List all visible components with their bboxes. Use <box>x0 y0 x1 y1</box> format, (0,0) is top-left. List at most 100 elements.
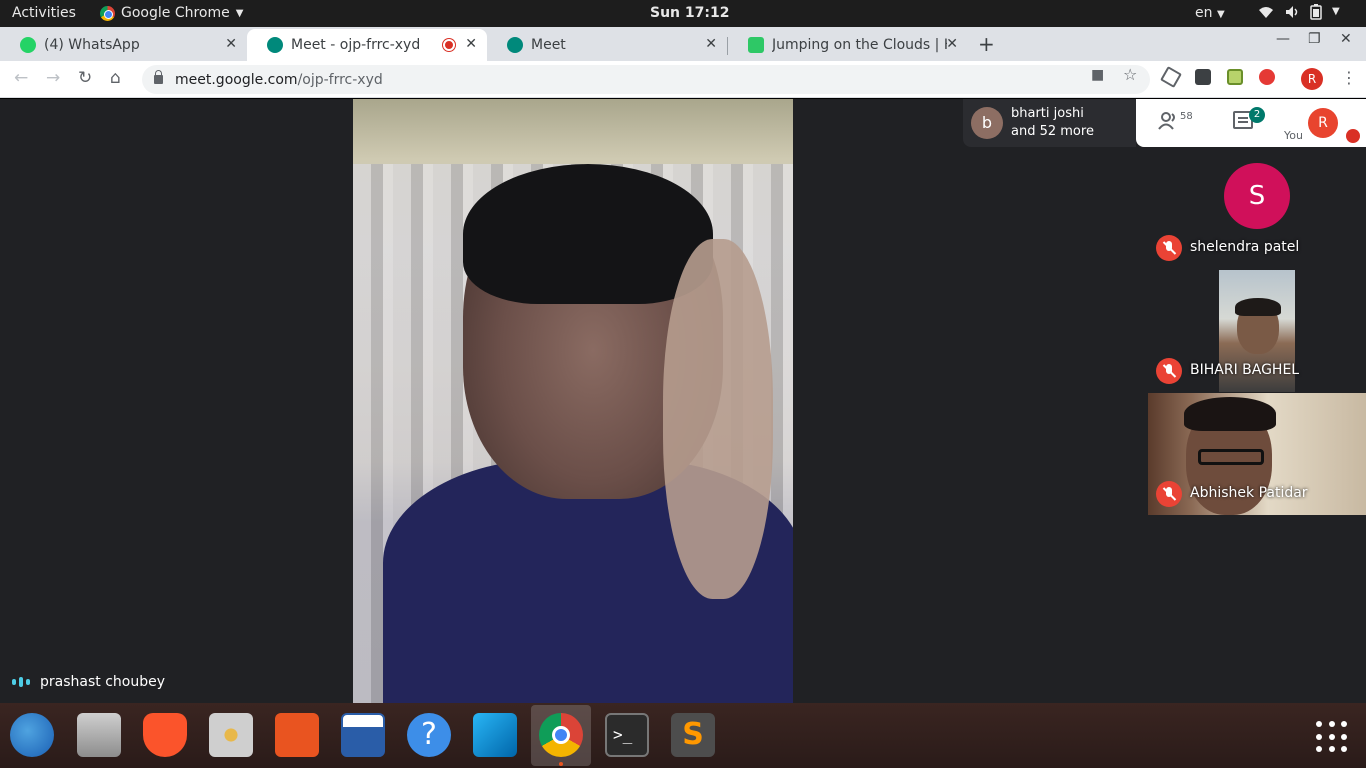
mic-off-icon <box>1346 129 1360 143</box>
show-applications-icon[interactable] <box>1316 721 1348 753</box>
participants-chip-line1: bharti joshi <box>1011 106 1084 121</box>
close-window-icon[interactable]: ✕ <box>1340 31 1352 47</box>
meet-icon <box>507 37 523 53</box>
video-figure-hair <box>1235 298 1281 316</box>
url-path: /ojp-frrc-xyd <box>297 71 383 88</box>
volume-icon <box>1284 4 1300 24</box>
extension-cube-icon[interactable] <box>1160 66 1182 88</box>
more-menu-icon[interactable]: ⋮ <box>1341 68 1357 87</box>
participant-name: BIHARI BAGHEL <box>1190 362 1300 378</box>
glasses-icon <box>1198 449 1264 465</box>
chevron-down-icon: ▼ <box>1332 6 1340 17</box>
participant-tile[interactable]: Abhishek Patidar <box>1148 393 1366 515</box>
url-host: meet.google.com <box>175 71 298 88</box>
meet-icon <box>267 37 283 53</box>
recording-indicator-icon <box>443 39 455 51</box>
tab-title: Meet <box>531 37 566 53</box>
tab-whatsapp[interactable]: (4) WhatsApp ✕ <box>0 29 247 61</box>
active-speaker-label: prashast choubey <box>12 674 165 690</box>
tab-hackerrank[interactable]: Jumping on the Clouds | H ✕ <box>728 29 968 61</box>
ubuntu-dock: ? >_ S <box>0 703 1366 768</box>
rhythmbox-icon[interactable] <box>209 713 253 757</box>
participant-tile[interactable]: BIHARI BAGHEL <box>1148 270 1366 392</box>
close-icon[interactable]: ✕ <box>946 36 958 52</box>
thunderbird-icon[interactable] <box>10 713 54 757</box>
meet-controls-top: 58 2 You R <box>1136 99 1366 147</box>
libreoffice-writer-icon[interactable] <box>341 713 385 757</box>
chrome-icon-center <box>552 726 570 744</box>
tab-meet[interactable]: Meet ✕ <box>487 29 727 61</box>
bookmark-star-icon[interactable]: ☆ <box>1123 65 1137 84</box>
wifi-icon <box>1258 4 1274 24</box>
battery-icon <box>1310 4 1322 24</box>
home-icon[interactable]: ⌂ <box>110 68 121 88</box>
avatar: b <box>971 107 1003 139</box>
system-tray[interactable]: ▼ <box>1258 4 1340 24</box>
video-figure-hand <box>663 239 773 599</box>
chrome-icon[interactable] <box>539 713 583 757</box>
new-tab-icon[interactable]: + <box>978 32 995 56</box>
tab-title: Jumping on the Clouds | H <box>772 37 947 53</box>
tab-title: Meet - ojp-frrc-xyd <box>291 37 421 53</box>
reload-icon[interactable]: ↻ <box>78 68 92 88</box>
extension-sheet-icon[interactable] <box>1227 69 1243 85</box>
chevron-down-icon: ▼ <box>235 7 244 19</box>
video-figure-hair <box>1184 397 1276 431</box>
vscode-icon[interactable] <box>473 713 517 757</box>
browser-toolbar: ← → ↻ ⌂ meet.google.com/ojp-frrc-xyd ■ ☆… <box>0 61 1366 98</box>
address-bar[interactable]: meet.google.com/ojp-frrc-xyd <box>142 65 1150 94</box>
close-icon[interactable]: ✕ <box>225 36 237 52</box>
close-icon[interactable]: ✕ <box>705 36 717 52</box>
brave-icon[interactable] <box>143 713 187 757</box>
restore-icon[interactable]: ❐ <box>1308 31 1321 47</box>
profile-avatar[interactable]: R <box>1301 68 1323 90</box>
chrome-icon <box>100 5 115 21</box>
close-icon[interactable]: ✕ <box>465 36 477 52</box>
mic-off-icon <box>1156 481 1182 507</box>
terminal-icon[interactable]: >_ <box>605 713 649 757</box>
clock[interactable]: Sun 17:12 <box>650 5 729 21</box>
tab-meet-active[interactable]: Meet - ojp-frrc-xyd ✕ <box>247 29 487 61</box>
camera-in-use-icon[interactable]: ■ <box>1091 67 1104 83</box>
forward-icon[interactable]: → <box>46 68 60 88</box>
gnome-top-bar: Activities Google Chrome ▼ Sun 17:12 en … <box>0 0 1366 27</box>
language-label: en <box>1195 5 1213 21</box>
back-icon[interactable]: ← <box>14 68 28 88</box>
extension-red-icon[interactable] <box>1259 69 1275 85</box>
activities-button[interactable]: Activities <box>12 5 76 21</box>
video-figure-hair <box>463 164 713 304</box>
active-speaker-name: prashast choubey <box>40 674 165 690</box>
files-icon[interactable] <box>77 713 121 757</box>
self-label: You <box>1284 129 1303 142</box>
hackerrank-icon <box>748 37 764 53</box>
mic-off-icon <box>1156 235 1182 261</box>
lock-icon[interactable] <box>154 70 163 84</box>
audio-level-icon <box>12 677 30 687</box>
app-menu[interactable]: Google Chrome ▼ <box>100 5 243 21</box>
chat-badge: 2 <box>1249 107 1265 123</box>
software-center-icon[interactable] <box>275 713 319 757</box>
tab-title: (4) WhatsApp <box>44 37 140 53</box>
chevron-down-icon: ▼ <box>1216 9 1225 20</box>
participant-count: 58 <box>1180 111 1193 122</box>
people-icon[interactable] <box>1158 112 1180 135</box>
language-indicator[interactable]: en ▼ <box>1195 5 1225 21</box>
participant-name: shelendra patel <box>1190 239 1300 255</box>
avatar: S <box>1224 163 1290 229</box>
active-speaker-video <box>353 99 793 703</box>
mic-off-icon <box>1156 358 1182 384</box>
app-menu-label: Google Chrome <box>121 5 230 21</box>
participants-chip[interactable]: b bharti joshi and 52 more <box>963 99 1136 147</box>
running-indicator <box>559 762 563 766</box>
self-avatar[interactable]: R <box>1308 108 1338 138</box>
participant-tile[interactable]: S shelendra patel <box>1148 147 1366 269</box>
tab-strip: (4) WhatsApp ✕ Meet - ojp-frrc-xyd ✕ Mee… <box>0 27 1366 61</box>
extension-box-icon[interactable] <box>1195 69 1211 85</box>
minimize-icon[interactable]: — <box>1276 31 1290 47</box>
whatsapp-icon <box>20 37 36 53</box>
participants-chip-line2: and 52 more <box>1011 124 1094 139</box>
help-icon[interactable]: ? <box>407 713 451 757</box>
participant-name: Abhishek Patidar <box>1190 485 1308 501</box>
meet-stage: prashast choubey b bharti joshi and 52 m… <box>0 99 1366 703</box>
sublime-text-icon[interactable]: S <box>671 713 715 757</box>
